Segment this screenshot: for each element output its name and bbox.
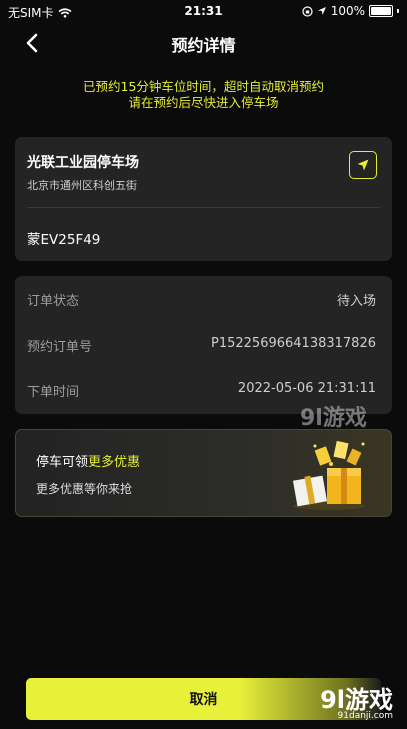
order-number-label: 预约订单号: [27, 340, 93, 355]
order-status-label: 订单状态: [27, 294, 80, 309]
battery-percent: 100%: [330, 4, 365, 18]
order-number-value: P1522569664138317826: [211, 336, 376, 351]
promo-headline-highlight: 更多优惠: [88, 455, 141, 470]
promo-headline-prefix: 停车可领: [36, 455, 89, 470]
card-divider: [27, 207, 380, 208]
gift-box-icon: [292, 440, 365, 510]
order-time-row: 下单时间 2022-05-06 21:31:11: [27, 381, 376, 401]
parking-lot-card: 光联工业园停车场 北京市通州区科创五街 蒙EV25F49: [15, 137, 392, 261]
promo-banner[interactable]: 停车可领更多优惠 更多优惠等你来抢: [15, 429, 392, 517]
parking-lot-name: 光联工业园停车场: [27, 155, 139, 171]
order-time-value: 2022-05-06 21:31:11: [237, 381, 376, 396]
order-number-row: 预约订单号 P1522569664138317826: [27, 336, 376, 356]
reservation-notice: 已预约15分钟车位时间，超时自动取消预约 请在预约后尽快进入停车场: [0, 79, 407, 111]
watermark-brand-large: 9l游戏: [320, 686, 393, 714]
notice-line-2: 请在预约后尽快进入停车场: [128, 95, 279, 110]
navigation-arrow-icon: [357, 159, 369, 171]
status-bar: 无SIM卡 21:31 100%: [0, 0, 407, 22]
parking-lot-address: 北京市通州区科创五街: [27, 179, 137, 192]
location-arrow-icon: [317, 7, 326, 15]
reservation-detail-screen: 无SIM卡 21:31 100% 预约详情 已预约15分钟车位时间，超时自动取消…: [0, 0, 407, 729]
notice-line-1: 已预约15分钟车位时间，超时自动取消预约: [83, 79, 324, 94]
watermark-logo-large: 9l游戏 91danji.com: [320, 680, 393, 721]
promo-headline: 停车可领更多优惠: [36, 451, 140, 470]
navigate-button[interactable]: [349, 151, 377, 179]
order-info-card: 订单状态 待入场 预约订单号 P1522569664138317826 下单时间…: [15, 276, 392, 414]
nav-bar: 预约详情: [0, 26, 407, 60]
battery-cap: [397, 9, 399, 13]
order-status-row: 订单状态 待入场: [27, 290, 376, 310]
order-time-label: 下单时间: [27, 385, 80, 400]
license-plate: 蒙EV25F49: [27, 232, 101, 248]
order-status-value: 待入场: [336, 294, 376, 309]
orientation-lock-icon: [302, 5, 313, 17]
battery-icon: [369, 5, 393, 17]
page-title: 预约详情: [171, 36, 236, 55]
status-right: 100%: [302, 4, 399, 18]
promo-subtext: 更多优惠等你来抢: [36, 482, 133, 496]
